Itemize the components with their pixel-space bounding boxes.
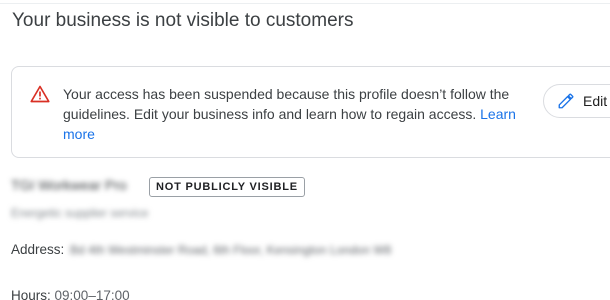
alert-message-text: Your access has been suspended because t… (63, 86, 510, 122)
business-profile-panel: Your business is not visible to customer… (0, 0, 610, 300)
top-divider (0, 3, 610, 4)
warning-triangle-icon (30, 85, 50, 103)
visibility-badge: NOT PUBLICLY VISIBLE (149, 177, 305, 197)
alert-message: Your access has been suspended because t… (63, 84, 533, 144)
page-title: Your business is not visible to customer… (12, 10, 354, 31)
suspension-alert-card: Your access has been suspended because t… (11, 66, 610, 158)
address-row: Address: Bd 4th Westminster Road, 6th Fl… (11, 241, 391, 259)
address-label: Address: (11, 242, 65, 257)
edit-button-label: Edit (583, 93, 608, 109)
edit-button[interactable]: Edit (543, 84, 610, 118)
pencil-icon (558, 93, 574, 109)
business-name: TGI Workwear Pro (11, 177, 127, 193)
business-category: Energetic supplier service (11, 206, 149, 220)
hours-row: Hours: 09:00–17:00 (11, 287, 130, 300)
hours-value: 09:00–17:00 (54, 288, 130, 300)
address-value: Bd 4th Westminster Road, 6th Floor, Kens… (70, 243, 392, 258)
hours-label: Hours: (11, 288, 51, 300)
